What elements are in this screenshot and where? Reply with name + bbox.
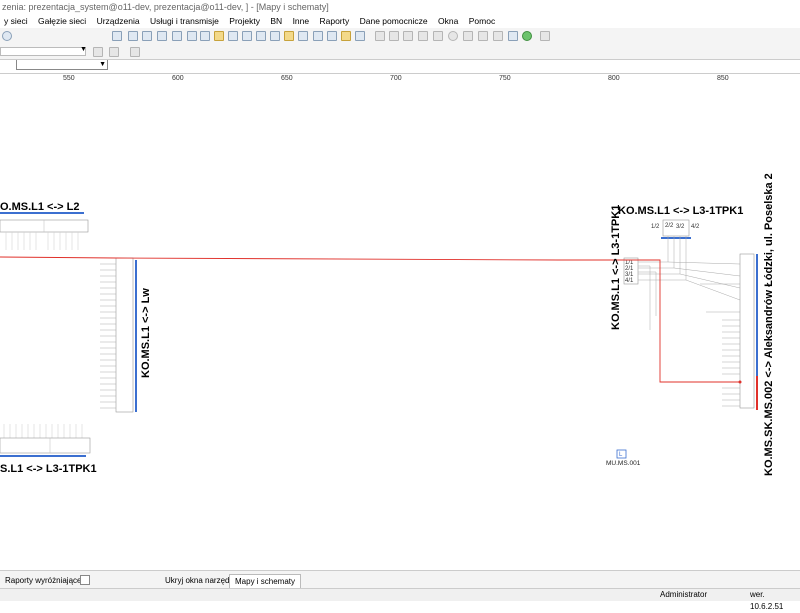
toolbar-button-25[interactable] [478,31,488,41]
poselska-block[interactable] [722,253,758,410]
port-label: 1/2 [651,224,660,230]
secondary-toolbar: ▼ [0,45,800,60]
toolbar-button-4[interactable] [157,31,167,41]
toolbar-button-14[interactable] [298,31,308,41]
menu-item-urzadzenia[interactable]: Urządzenia [93,14,144,28]
port-label: 4/2 [691,224,700,230]
ruler-tick: 550 [63,75,75,82]
pencil-icon[interactable] [93,47,103,57]
chevron-down-icon: ▼ [80,46,87,53]
schematic-canvas[interactable]: 1/1 2/1 3/1 4/1 1/2 2/2 3/2 4/2 L O.MS.L… [0,86,800,562]
toolbar-button-12[interactable] [270,31,280,41]
bottom-tabs-bar: Raporty wyróżniające ▾ Ukryj okna narzęd… [0,570,800,589]
link-icon[interactable] [130,47,140,57]
port-label: 2/2 [665,223,674,229]
toolbar-button-28[interactable] [540,31,550,41]
globe-icon[interactable] [522,31,532,41]
tpk-bottom-block[interactable] [0,424,91,457]
connection-line-right [622,259,740,383]
mu-label: MU.MS.001 [606,460,641,467]
tab-mapy[interactable]: Mapy i schematy [229,574,302,589]
tpk-vertical-label: KO.MS.L1 <-> L3-1TPK1 [610,205,622,330]
ruler-tick: 750 [499,75,511,82]
toolbar-button-20[interactable] [389,31,399,41]
window-title: zenia: prezentacja_system@o11-dev, preze… [0,0,800,14]
chevron-down-icon: ▼ [99,61,106,68]
status-user: Administrator [660,590,708,599]
horizontal-ruler: 550 600 650 700 750 800 850 [0,73,800,87]
toolbar-button-17[interactable] [341,31,351,41]
layer-combo[interactable] [0,47,86,56]
line-tool-icon[interactable] [109,47,119,57]
toolbar-button-11[interactable] [256,31,266,41]
ruler-tick: 700 [390,75,402,82]
menu-item-uslugi[interactable]: Usługi i transmisje [146,14,223,28]
menu-item-inne[interactable]: Inne [289,14,314,28]
toolbar-button-8[interactable] [214,31,224,41]
search-icon[interactable] [2,31,12,41]
raporty-label: Raporty wyróżniające [5,576,82,585]
menu-item-okna[interactable]: Okna [434,14,462,28]
port-row-label: 4/1 [625,278,634,284]
checkbox[interactable] [80,575,90,585]
toolbar-button-27[interactable] [508,31,518,41]
toolbar-button-23[interactable] [448,31,458,41]
lw-block[interactable] [100,257,137,413]
tpk-bottom-label: S.L1 <-> L3-1TPK1 [0,463,97,475]
toolbar-button-10[interactable] [242,31,252,41]
ruler-tick: 850 [717,75,729,82]
toolbar-button-15[interactable] [313,31,323,41]
menu-item-bn[interactable]: BN [266,14,286,28]
toolbar-button-21[interactable] [403,31,413,41]
lw-label: KO.MS.L1 <-> Lw [140,288,152,378]
menu-item-projekty[interactable]: Projekty [225,14,264,28]
menu-item-raporty[interactable]: Raporty [315,14,353,28]
menu-item-galezie[interactable]: Gałęzie sieci [34,14,90,28]
close-icon[interactable] [433,31,443,41]
toolbar-button-22[interactable] [418,31,428,41]
status-bar: Administrator wer. 10.6.2.51 [0,588,800,611]
toolbar-button-16[interactable] [327,31,337,41]
menu-item-sieci[interactable]: y sieci [0,14,32,28]
toolbar-button-13[interactable] [284,31,294,41]
ruler-tick: 650 [281,75,293,82]
tpk-device[interactable]: 1/1 2/1 3/1 4/1 1/2 2/2 3/2 4/2 [622,219,741,383]
poselska-label: KO.MS.SK.MS.002 <-> Aleksandrów Łódzki, … [763,173,775,476]
toolbar-button-18[interactable] [355,31,365,41]
tpk-top-label: KO.MS.L1 <-> L3-1TPK1 [618,205,743,217]
toolbar-button-26[interactable] [493,31,503,41]
toolbar-button-1[interactable] [112,31,122,41]
main-toolbar: ▼ [0,28,800,70]
toolbar-button-9[interactable] [228,31,238,41]
connection-line [0,256,622,261]
ruler-tick: 800 [608,75,620,82]
status-version: wer. 10.6.2.51 [750,590,784,611]
l2-block[interactable] [0,212,89,250]
toolbar-button-24[interactable] [463,31,473,41]
toolbar-button-6[interactable] [187,31,197,41]
toolbar-button-3[interactable] [142,31,152,41]
toolbar-button-5[interactable] [172,31,182,41]
schematic-drawing: 1/1 2/1 3/1 4/1 1/2 2/2 3/2 4/2 L O.MS.L… [0,173,775,476]
port-label: 3/2 [676,224,685,230]
menu-item-dane[interactable]: Dane pomocnicze [356,14,432,28]
menu-bar: y sieci Gałęzie sieci Urządzenia Usługi … [0,14,800,29]
l2-label: O.MS.L1 <-> L2 [0,201,79,213]
toolbar-button-19[interactable] [375,31,385,41]
menu-item-pomoc[interactable]: Pomoc [465,14,499,28]
ruler-tick: 600 [172,75,184,82]
toolbar-button-2[interactable] [128,31,138,41]
raporty-dropdown[interactable]: Raporty wyróżniające ▾ [0,574,93,587]
toolbar-button-7[interactable] [200,31,210,41]
